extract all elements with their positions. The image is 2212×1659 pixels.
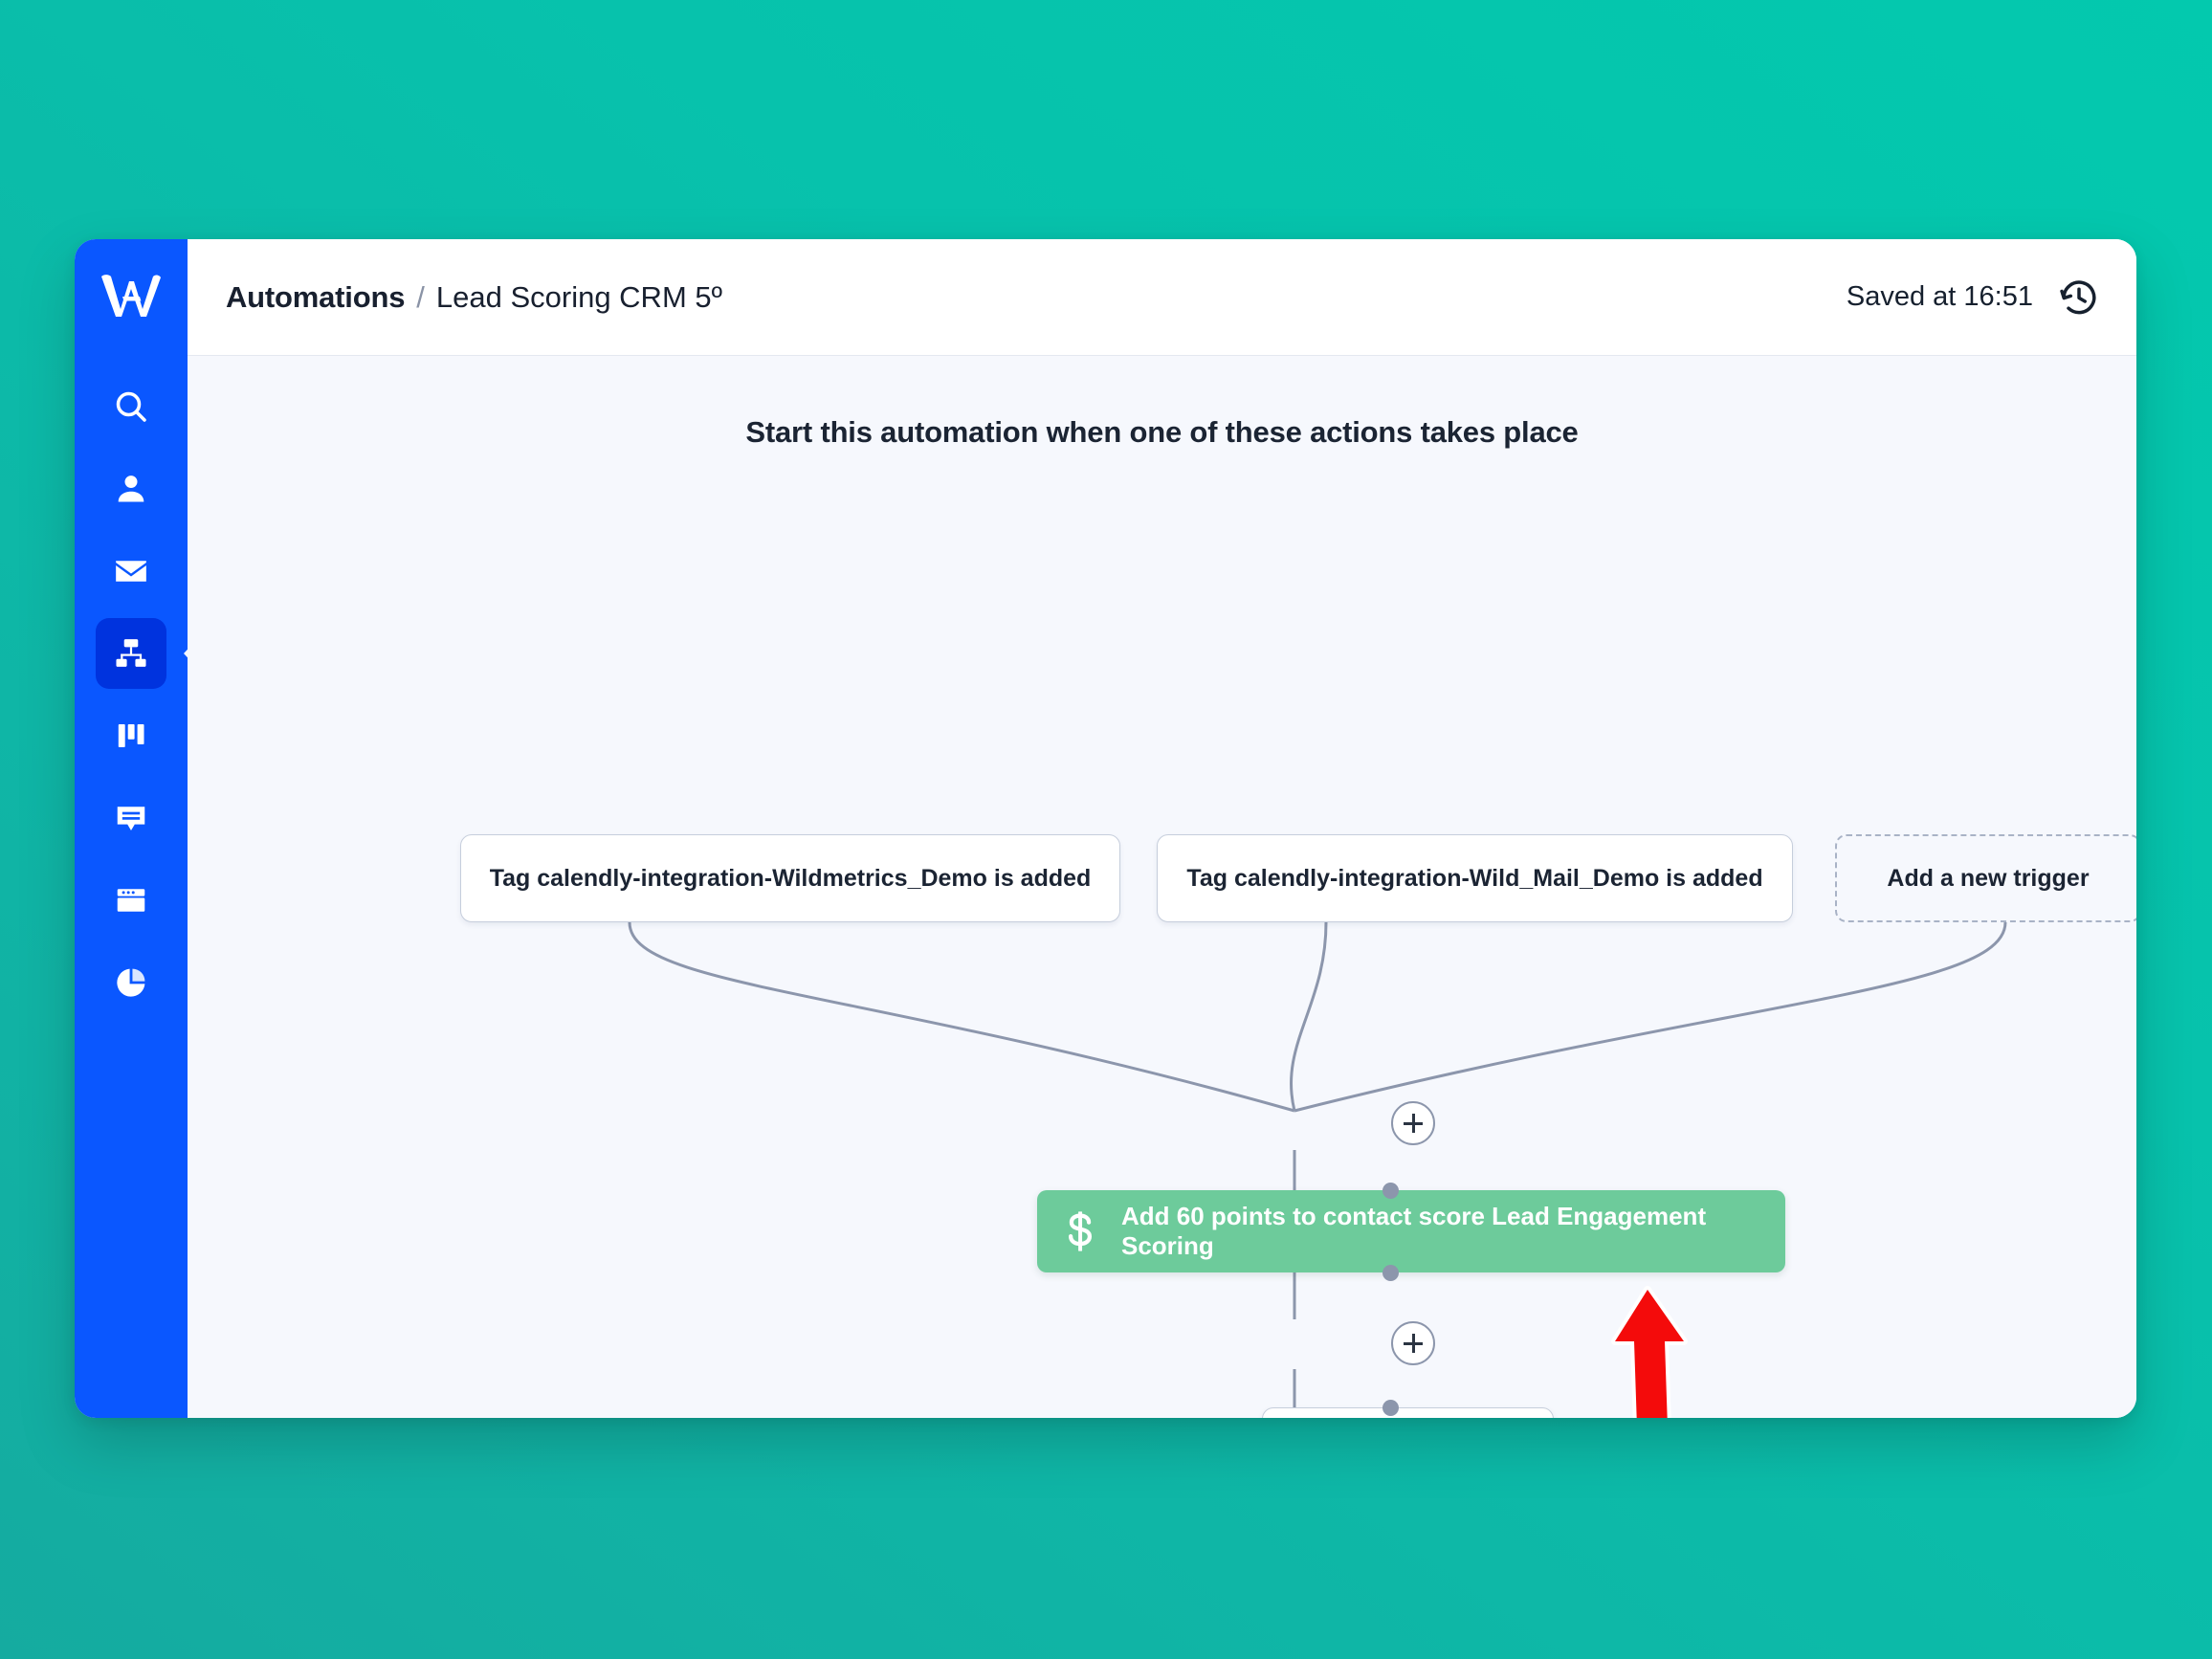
history-restore-icon[interactable] bbox=[2058, 276, 2100, 319]
sidebar-item-pipelines[interactable] bbox=[96, 700, 166, 771]
sidebar-item-emails[interactable] bbox=[96, 536, 166, 607]
add-score-node[interactable]: Add 60 points to contact score Lead Enga… bbox=[1037, 1190, 1785, 1272]
search-icon bbox=[112, 387, 150, 426]
red-up-arrow-annotation bbox=[1611, 1286, 1688, 1418]
header-actions: Saved at 16:51 bbox=[1847, 276, 2100, 319]
trigger-node[interactable]: Tag calendly-integration-Wildmetrics_Dem… bbox=[460, 834, 1120, 922]
sidebar-item-automations[interactable] bbox=[96, 618, 166, 689]
add-score-node-label: Add 60 points to contact score Lead Enga… bbox=[1121, 1202, 1707, 1260]
node-connector-dot bbox=[1382, 1183, 1399, 1199]
breadcrumb-root[interactable]: Automations bbox=[226, 280, 405, 315]
person-icon bbox=[113, 471, 149, 507]
automation-canvas[interactable]: Start this automation when one of these … bbox=[188, 356, 2136, 1418]
node-connector-dot bbox=[1382, 1400, 1399, 1416]
trigger-node[interactable]: Tag calendly-integration-Wild_Mail_Demo … bbox=[1157, 834, 1793, 922]
columns-icon bbox=[114, 719, 148, 753]
app-logo[interactable] bbox=[96, 260, 166, 331]
saved-status-label: Saved at 16:51 bbox=[1846, 281, 2033, 312]
node-connector-dot bbox=[1382, 1265, 1399, 1281]
sidebar-item-contacts[interactable] bbox=[96, 453, 166, 524]
app-window: Automations / Lead Scoring CRM 5º Saved … bbox=[75, 239, 2136, 1418]
sitemap-icon bbox=[113, 635, 149, 672]
sidebar bbox=[75, 239, 188, 1418]
breadcrumb-separator: / bbox=[416, 279, 425, 314]
wait-node[interactable]: Wait for 1 day bbox=[1262, 1407, 1554, 1418]
add-step-after-triggers-button[interactable] bbox=[1391, 1101, 1435, 1145]
chat-bubble-icon bbox=[113, 800, 149, 836]
sidebar-item-messages[interactable] bbox=[96, 783, 166, 853]
dollar-sign-icon bbox=[1064, 1210, 1096, 1252]
pie-chart-icon bbox=[113, 964, 149, 1001]
browser-window-icon bbox=[113, 882, 149, 918]
main-column: Automations / Lead Scoring CRM 5º Saved … bbox=[188, 239, 2136, 1418]
header-bar: Automations / Lead Scoring CRM 5º Saved … bbox=[188, 239, 2136, 356]
add-new-trigger-button[interactable]: Add a new trigger bbox=[1835, 834, 2136, 922]
breadcrumb: Automations / Lead Scoring CRM 5º bbox=[226, 280, 722, 315]
sidebar-item-search[interactable] bbox=[96, 371, 166, 442]
sidebar-item-pages[interactable] bbox=[96, 865, 166, 936]
envelope-icon bbox=[113, 553, 149, 589]
sidebar-item-reports[interactable] bbox=[96, 947, 166, 1018]
flow-heading: Start this automation when one of these … bbox=[745, 415, 1579, 449]
breadcrumb-current-page: Lead Scoring CRM 5º bbox=[435, 279, 722, 314]
add-step-after-score-button[interactable] bbox=[1391, 1321, 1435, 1365]
